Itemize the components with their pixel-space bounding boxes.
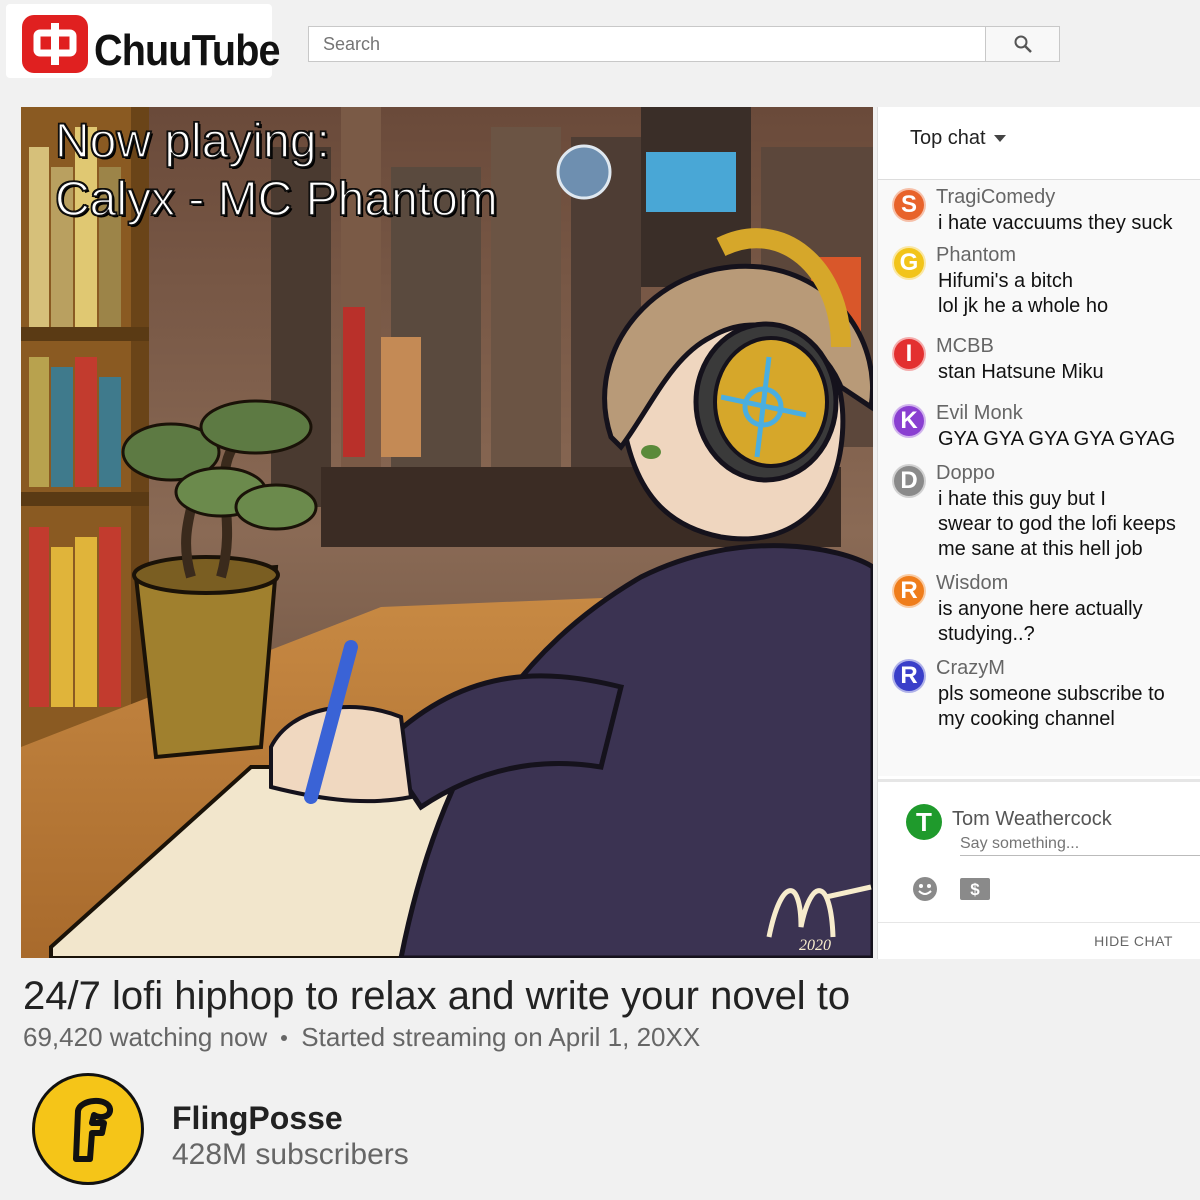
chat-message-text: GYA GYA GYA GYA GYAG: [938, 427, 1175, 452]
my-avatar: T: [906, 804, 942, 840]
emoji-button[interactable]: [912, 876, 938, 902]
hide-chat-bar: HIDE CHAT: [878, 922, 1200, 962]
chat-username[interactable]: MCBB: [936, 335, 994, 358]
chat-message-line: pls someone subscribe to: [938, 683, 1165, 705]
search-icon: [1014, 35, 1032, 53]
logo-text: ChuuTube: [94, 26, 281, 75]
chat-message-text: stan Hatsune Miku: [938, 360, 1104, 385]
super-chat-button[interactable]: $: [960, 878, 990, 900]
top-chat-dropdown[interactable]: Top chat: [910, 127, 1006, 150]
search-input[interactable]: [308, 26, 986, 62]
now-playing-line2: Calyx - MC Phantom: [54, 172, 498, 227]
logo-glyph-icon: [33, 23, 77, 65]
chat-avatar[interactable]: R: [892, 659, 926, 693]
chat-message-text: is anyone here actually studying..?: [938, 597, 1143, 647]
chat-message-line: studying..?: [938, 623, 1035, 645]
chat-avatar[interactable]: S: [892, 188, 926, 222]
stream-start-date: Started streaming on April 1, 20XX: [301, 1022, 701, 1052]
site-logo[interactable]: ChuuTube: [6, 4, 281, 78]
page: ChuuTube Search 2020 Now playing: Calyx …: [0, 0, 1200, 1200]
chat-message-line: GYA GYA GYA GYA GYAG: [938, 428, 1176, 450]
chat-username[interactable]: Phantom: [936, 244, 1016, 267]
separator-dot: [281, 1034, 288, 1041]
chat-message-text: Hifumi's a bitch lol jk he a whole ho: [938, 269, 1108, 319]
video-player[interactable]: 2020 Now playing: Calyx - MC Phantom: [21, 107, 873, 958]
video-meta: 69,420 watching now Started streaming on…: [23, 1022, 700, 1053]
now-playing-overlay: Now playing: Calyx - MC Phantom: [54, 113, 498, 229]
chat-username[interactable]: Evil Monk: [936, 402, 1023, 425]
watching-count: 69,420 watching now: [23, 1022, 268, 1052]
chat-message-line: lol jk he a whole ho: [938, 295, 1109, 317]
chat-message-line: i hate this guy but I: [938, 488, 1106, 510]
chat-message-line: is anyone here actually: [938, 598, 1143, 620]
chat-message-line: stan Hatsune Miku: [938, 361, 1104, 383]
top-bar: ChuuTube: [0, 0, 1200, 78]
chat-avatar[interactable]: G: [892, 246, 926, 280]
signature-year: 2020: [799, 937, 831, 954]
chat-messages: S TragiComedy i hate vaccuums they suck G Ph…: [878, 180, 1200, 776]
chat-avatar[interactable]: D: [892, 464, 926, 498]
my-username: Tom Weathercock: [952, 808, 1112, 830]
video-artwork: 2020: [21, 107, 873, 958]
channel-avatar[interactable]: [32, 1073, 144, 1185]
chat-username[interactable]: TragiComedy: [936, 186, 1055, 209]
chat-message-line: i hate vaccuums they suck: [938, 212, 1173, 234]
chat-avatar[interactable]: I: [892, 337, 926, 371]
logo-badge: [22, 15, 88, 73]
video-title: 24/7 lofi hiphop to relax and write your…: [23, 974, 851, 1018]
chat-header: Top chat: [878, 107, 1200, 180]
hide-chat-button[interactable]: HIDE CHAT: [1094, 933, 1173, 949]
chat-avatar[interactable]: K: [892, 404, 926, 438]
chat-message-input[interactable]: [960, 832, 1200, 856]
chat-message-line: Hifumi's a bitch: [938, 270, 1073, 292]
chat-username[interactable]: Wisdom: [936, 572, 1008, 595]
now-playing-line1: Now playing:: [54, 114, 330, 169]
chat-message-line: me sane at this hell job: [938, 538, 1143, 560]
dollar-icon: $: [960, 878, 990, 900]
channel-name[interactable]: FlingPosse: [172, 1100, 343, 1137]
chat-input-area: T Tom Weathercock $ HIDE CHAT: [878, 779, 1200, 959]
chat-message-text: pls someone subscribe to my cooking chann…: [938, 682, 1165, 732]
channel-logo-icon: [73, 1098, 113, 1162]
chat-message-line: my cooking channel: [938, 708, 1115, 730]
search-button[interactable]: [985, 26, 1060, 62]
chat-username[interactable]: CrazyM: [936, 657, 1005, 680]
chat-message-text: i hate this guy but I swear to god the lo…: [938, 487, 1176, 562]
chat-avatar[interactable]: R: [892, 574, 926, 608]
chat-message-line: swear to god the lofi keeps: [938, 513, 1176, 535]
top-chat-label: Top chat: [910, 127, 986, 149]
svg-text:$: $: [970, 880, 980, 899]
chat-username[interactable]: Doppo: [936, 462, 995, 485]
subscriber-count: 428M subscribers: [172, 1138, 409, 1171]
live-chat: Top chat S TragiComedy i hate vaccuums the…: [877, 107, 1200, 959]
chevron-down-icon: [993, 135, 1006, 142]
chat-message-text: i hate vaccuums they suck: [938, 211, 1173, 236]
smiley-icon: [913, 877, 937, 901]
